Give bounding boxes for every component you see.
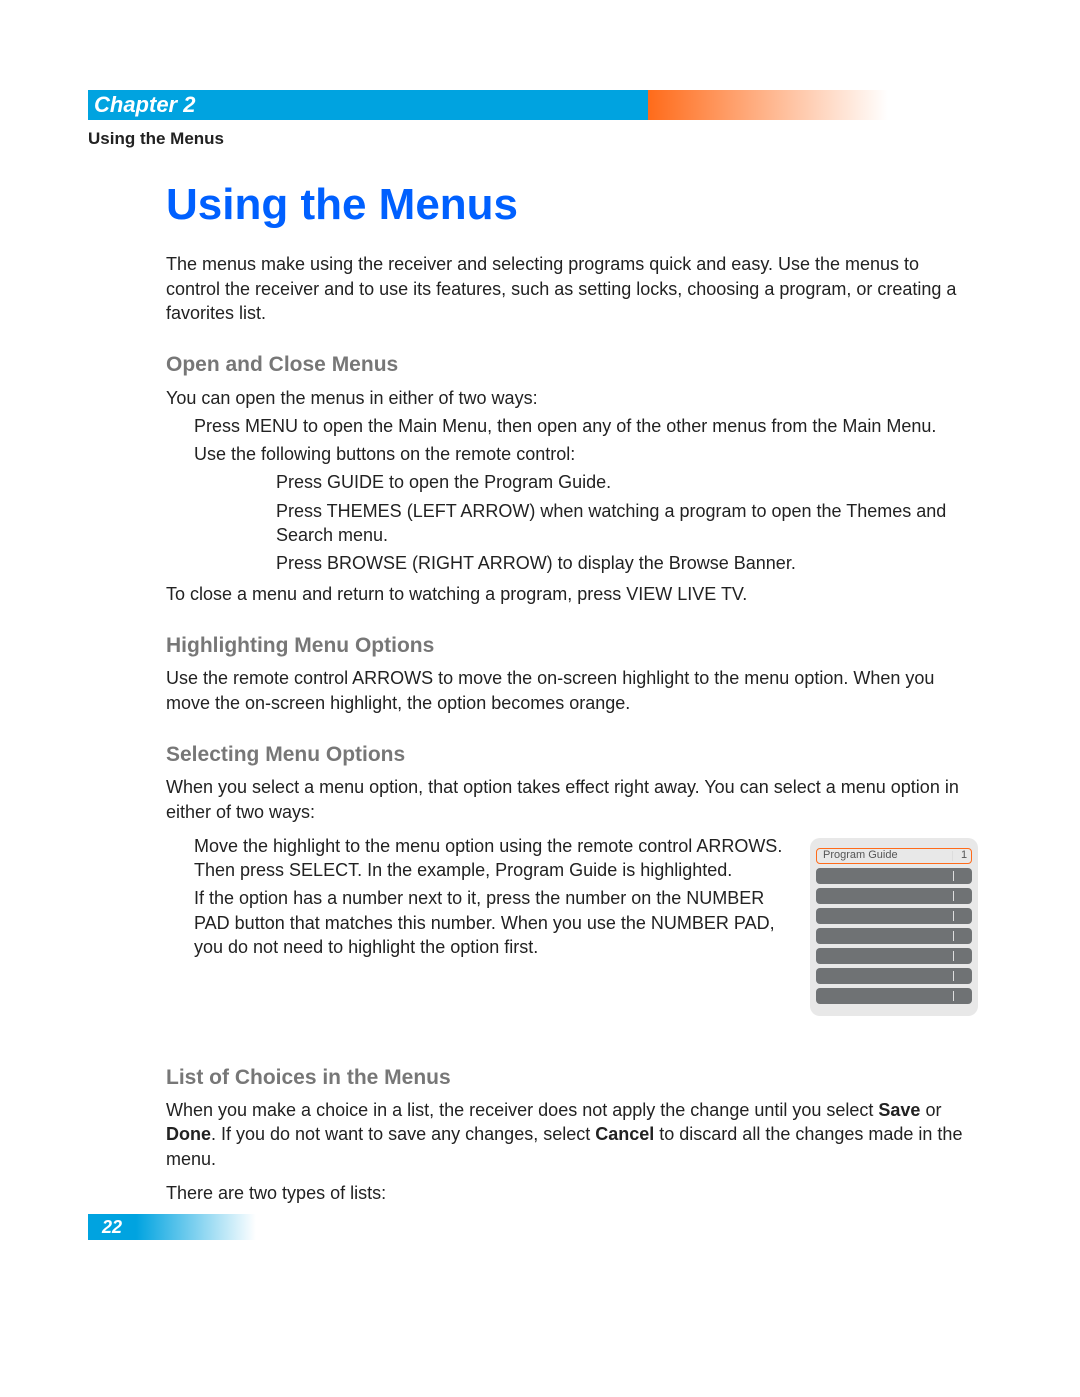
heading-highlighting: Highlighting Menu Options [166, 632, 978, 660]
open-close-way-1: Press MENU to open the Main Menu, then o… [194, 414, 978, 438]
open-close-way-2: Use the following buttons on the remote … [194, 442, 978, 466]
remote-button-themes: Press THEMES (LEFT ARROW) when watching … [276, 499, 978, 548]
program-guide-row-blank [816, 888, 972, 904]
program-guide-row-blank [816, 868, 972, 884]
program-guide-graphic: Program Guide 1 [810, 838, 978, 1016]
heading-selecting: Selecting Menu Options [166, 741, 978, 769]
selecting-lead: When you select a menu option, that opti… [166, 775, 978, 824]
program-guide-separator [952, 851, 953, 861]
chapter-bar: Chapter 2 [88, 90, 978, 120]
heading-list-choices: List of Choices in the Menus [166, 1064, 978, 1092]
list-choices-bold-done: Done [166, 1124, 211, 1144]
list-choices-part-4: . If you do not want to save any changes… [211, 1124, 595, 1144]
program-guide-row-blank [816, 968, 972, 984]
page: Chapter 2 Using the Menus Using the Menu… [0, 0, 1080, 1300]
section-label: Using the Menus [88, 128, 978, 151]
page-number-bar: 22 [88, 1214, 256, 1240]
chapter-label: Chapter 2 [88, 90, 978, 120]
page-number: 22 [88, 1214, 136, 1240]
program-guide-row-blank [816, 948, 972, 964]
intro-paragraph: The menus make using the receiver and se… [166, 252, 978, 325]
list-choices-bold-cancel: Cancel [595, 1124, 654, 1144]
remote-button-guide: Press GUIDE to open the Program Guide. [276, 470, 978, 494]
list-choices-part-2: or [920, 1100, 941, 1120]
list-choices-tail: There are two types of lists: [166, 1181, 978, 1205]
program-guide-highlight-label: Program Guide [817, 848, 952, 863]
remote-button-browse: Press BROWSE (RIGHT ARROW) to display th… [276, 551, 978, 575]
list-choices-body: When you make a choice in a list, the re… [166, 1098, 978, 1171]
open-close-lead: You can open the menus in either of two … [166, 386, 978, 410]
heading-open-close: Open and Close Menus [166, 351, 978, 379]
program-guide-row-blank [816, 908, 972, 924]
program-guide-row-blank [816, 928, 972, 944]
list-choices-part-0: When you make a choice in a list, the re… [166, 1100, 878, 1120]
highlighting-body: Use the remote control ARROWS to move th… [166, 666, 978, 715]
list-choices-bold-save: Save [878, 1100, 920, 1120]
page-number-fade [136, 1214, 256, 1240]
content: The menus make using the receiver and se… [166, 252, 978, 1205]
program-guide-row-blank [816, 988, 972, 1004]
open-close-close: To close a menu and return to watching a… [166, 582, 978, 606]
program-guide-row-highlighted: Program Guide 1 [816, 848, 972, 864]
page-title: Using the Menus [166, 175, 978, 234]
program-guide-highlight-number: 1 [957, 848, 971, 863]
